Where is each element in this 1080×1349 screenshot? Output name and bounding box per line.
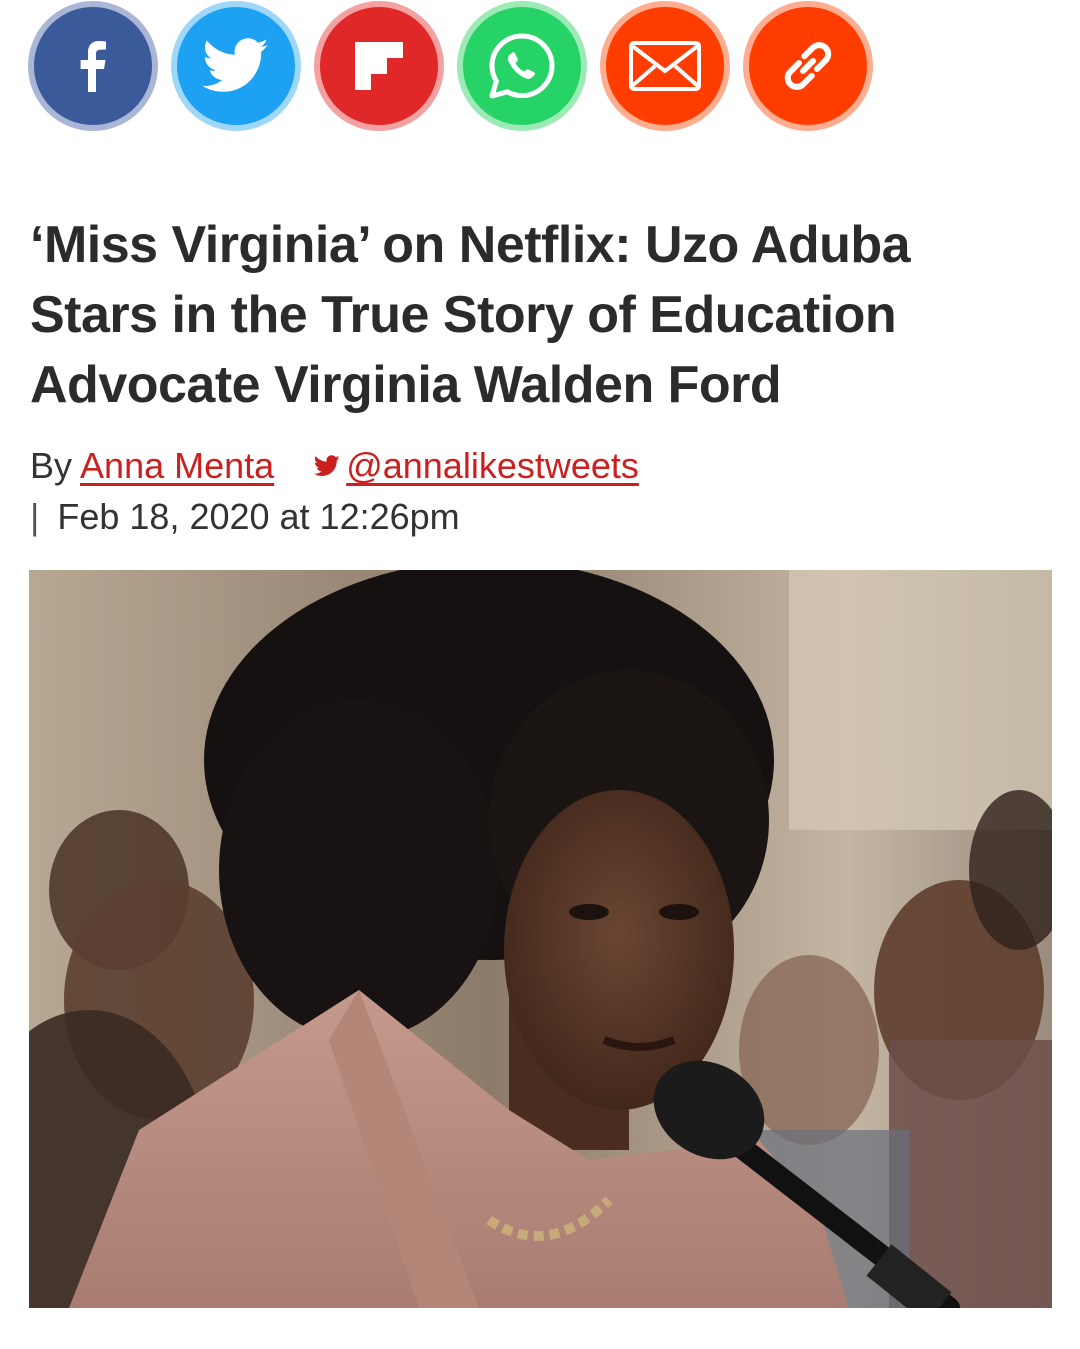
whatsapp-icon <box>489 33 555 99</box>
flipboard-icon <box>355 42 403 90</box>
byline-separator: | <box>30 496 40 537</box>
publish-date: Feb 18, 2020 at 12:26pm <box>57 496 460 537</box>
flipboard-share-button[interactable] <box>314 1 444 131</box>
byline: By Anna Menta @annalikestweets <box>30 444 639 488</box>
mail-icon <box>629 41 701 91</box>
twitter-icon <box>202 38 269 92</box>
link-icon <box>784 42 832 90</box>
author-link[interactable]: Anna Menta <box>80 445 274 486</box>
whatsapp-share-button[interactable] <box>457 1 587 131</box>
article-photo <box>29 570 1052 1308</box>
twitter-icon <box>314 455 340 477</box>
facebook-share-button[interactable] <box>28 1 158 131</box>
email-share-button[interactable] <box>600 1 730 131</box>
copy-link-button[interactable] <box>743 1 873 131</box>
article-headline: ‘Miss Virginia’ on Netflix: Uzo Aduba St… <box>30 216 911 414</box>
dateline: | Feb 18, 2020 at 12:26pm <box>30 495 460 539</box>
twitter-share-button[interactable] <box>171 1 301 131</box>
hero-image <box>29 570 1052 1308</box>
share-bar <box>28 0 873 132</box>
twitter-handle-link[interactable]: @annalikestweets <box>346 445 639 486</box>
facebook-icon <box>80 41 106 92</box>
byline-prefix: By <box>30 445 73 486</box>
